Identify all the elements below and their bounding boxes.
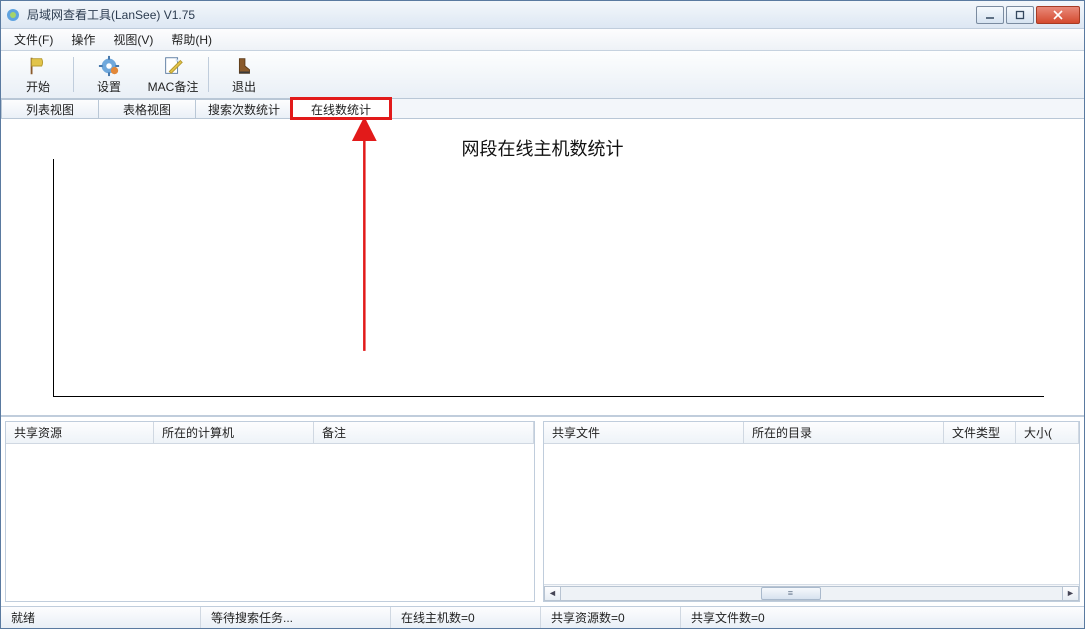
gear-icon xyxy=(98,55,120,77)
menu-file[interactable]: 文件(F) xyxy=(5,29,62,50)
col-note[interactable]: 备注 xyxy=(314,422,534,443)
close-button[interactable] xyxy=(1036,6,1080,24)
toolbar-macnote-label: MAC备注 xyxy=(148,78,199,95)
status-waiting: 等待搜索任务... xyxy=(201,607,391,628)
toolbar-separator xyxy=(73,57,74,92)
left-column-headers: 共享资源 所在的计算机 备注 xyxy=(6,422,534,444)
toolbar-start-button[interactable]: 开始 xyxy=(7,53,69,96)
toolbar: 开始 设置 MAC备注 退出 xyxy=(1,51,1084,99)
titlebar[interactable]: 局域网查看工具(LanSee) V1.75 xyxy=(1,1,1084,29)
col-file-type[interactable]: 文件类型 xyxy=(944,422,1016,443)
left-panel-body[interactable] xyxy=(6,444,534,601)
note-icon xyxy=(162,55,184,77)
scroll-track[interactable]: ≡ xyxy=(561,586,1062,601)
right-panel-body[interactable] xyxy=(544,444,1079,584)
window-buttons xyxy=(976,6,1080,24)
toolbar-separator xyxy=(208,57,209,92)
app-window: 局域网查看工具(LanSee) V1.75 文件(F) 操作 视图(V) 帮助(… xyxy=(0,0,1085,629)
col-share-file[interactable]: 共享文件 xyxy=(544,422,744,443)
status-online-hosts: 在线主机数=0 xyxy=(391,607,541,628)
right-column-headers: 共享文件 所在的目录 文件类型 大小( xyxy=(544,422,1079,444)
col-size[interactable]: 大小( xyxy=(1016,422,1079,443)
chart-axes xyxy=(53,159,1044,397)
menu-operate[interactable]: 操作 xyxy=(62,29,104,50)
scroll-left-button[interactable]: ◄ xyxy=(544,586,561,601)
tab-onlinestat[interactable]: 在线数统计 xyxy=(292,99,390,118)
tabs: 列表视图 表格视图 搜索次数统计 在线数统计 xyxy=(1,99,1084,119)
scroll-right-button[interactable]: ► xyxy=(1062,586,1079,601)
status-shared-resources: 共享资源数=0 xyxy=(541,607,681,628)
horizontal-scrollbar[interactable]: ◄ ≡ ► xyxy=(544,584,1079,601)
chart-xaxis xyxy=(53,396,1044,397)
tab-searchstat[interactable]: 搜索次数统计 xyxy=(195,99,293,118)
window-title: 局域网查看工具(LanSee) V1.75 xyxy=(27,6,976,23)
chart-title: 网段在线主机数统计 xyxy=(1,135,1084,161)
boot-icon xyxy=(233,55,255,77)
toolbar-macnote-button[interactable]: MAC备注 xyxy=(142,53,204,96)
flag-icon xyxy=(27,55,49,77)
content-area: 列表视图 表格视图 搜索次数统计 在线数统计 网段在线主机数统计 共享资源 所在… xyxy=(1,99,1084,606)
status-shared-files: 共享文件数=0 xyxy=(681,607,1084,628)
tab-listview[interactable]: 列表视图 xyxy=(1,99,99,118)
menu-help[interactable]: 帮助(H) xyxy=(162,29,221,50)
shared-files-panel: 共享文件 所在的目录 文件类型 大小( ◄ ≡ ► xyxy=(543,421,1080,602)
app-icon xyxy=(5,7,21,23)
tab-tableview[interactable]: 表格视图 xyxy=(98,99,196,118)
chart-yaxis xyxy=(53,159,54,397)
minimize-button[interactable] xyxy=(976,6,1004,24)
toolbar-exit-button[interactable]: 退出 xyxy=(213,53,275,96)
maximize-button[interactable] xyxy=(1006,6,1034,24)
toolbar-settings-button[interactable]: 设置 xyxy=(78,53,140,96)
toolbar-start-label: 开始 xyxy=(26,78,50,95)
toolbar-settings-label: 设置 xyxy=(97,78,121,95)
statusbar: 就绪 等待搜索任务... 在线主机数=0 共享资源数=0 共享文件数=0 xyxy=(1,606,1084,628)
status-ready: 就绪 xyxy=(1,607,201,628)
col-share-resource[interactable]: 共享资源 xyxy=(6,422,154,443)
col-computer[interactable]: 所在的计算机 xyxy=(154,422,314,443)
col-directory[interactable]: 所在的目录 xyxy=(744,422,944,443)
shared-resources-panel: 共享资源 所在的计算机 备注 xyxy=(5,421,535,602)
menubar: 文件(F) 操作 视图(V) 帮助(H) xyxy=(1,29,1084,51)
scroll-thumb[interactable]: ≡ xyxy=(761,587,821,600)
menu-view[interactable]: 视图(V) xyxy=(104,29,162,50)
chart-area: 网段在线主机数统计 xyxy=(1,119,1084,416)
bottom-panels: 共享资源 所在的计算机 备注 共享文件 所在的目录 文件类型 大小( ◄ ≡ xyxy=(1,416,1084,606)
toolbar-exit-label: 退出 xyxy=(232,78,256,95)
